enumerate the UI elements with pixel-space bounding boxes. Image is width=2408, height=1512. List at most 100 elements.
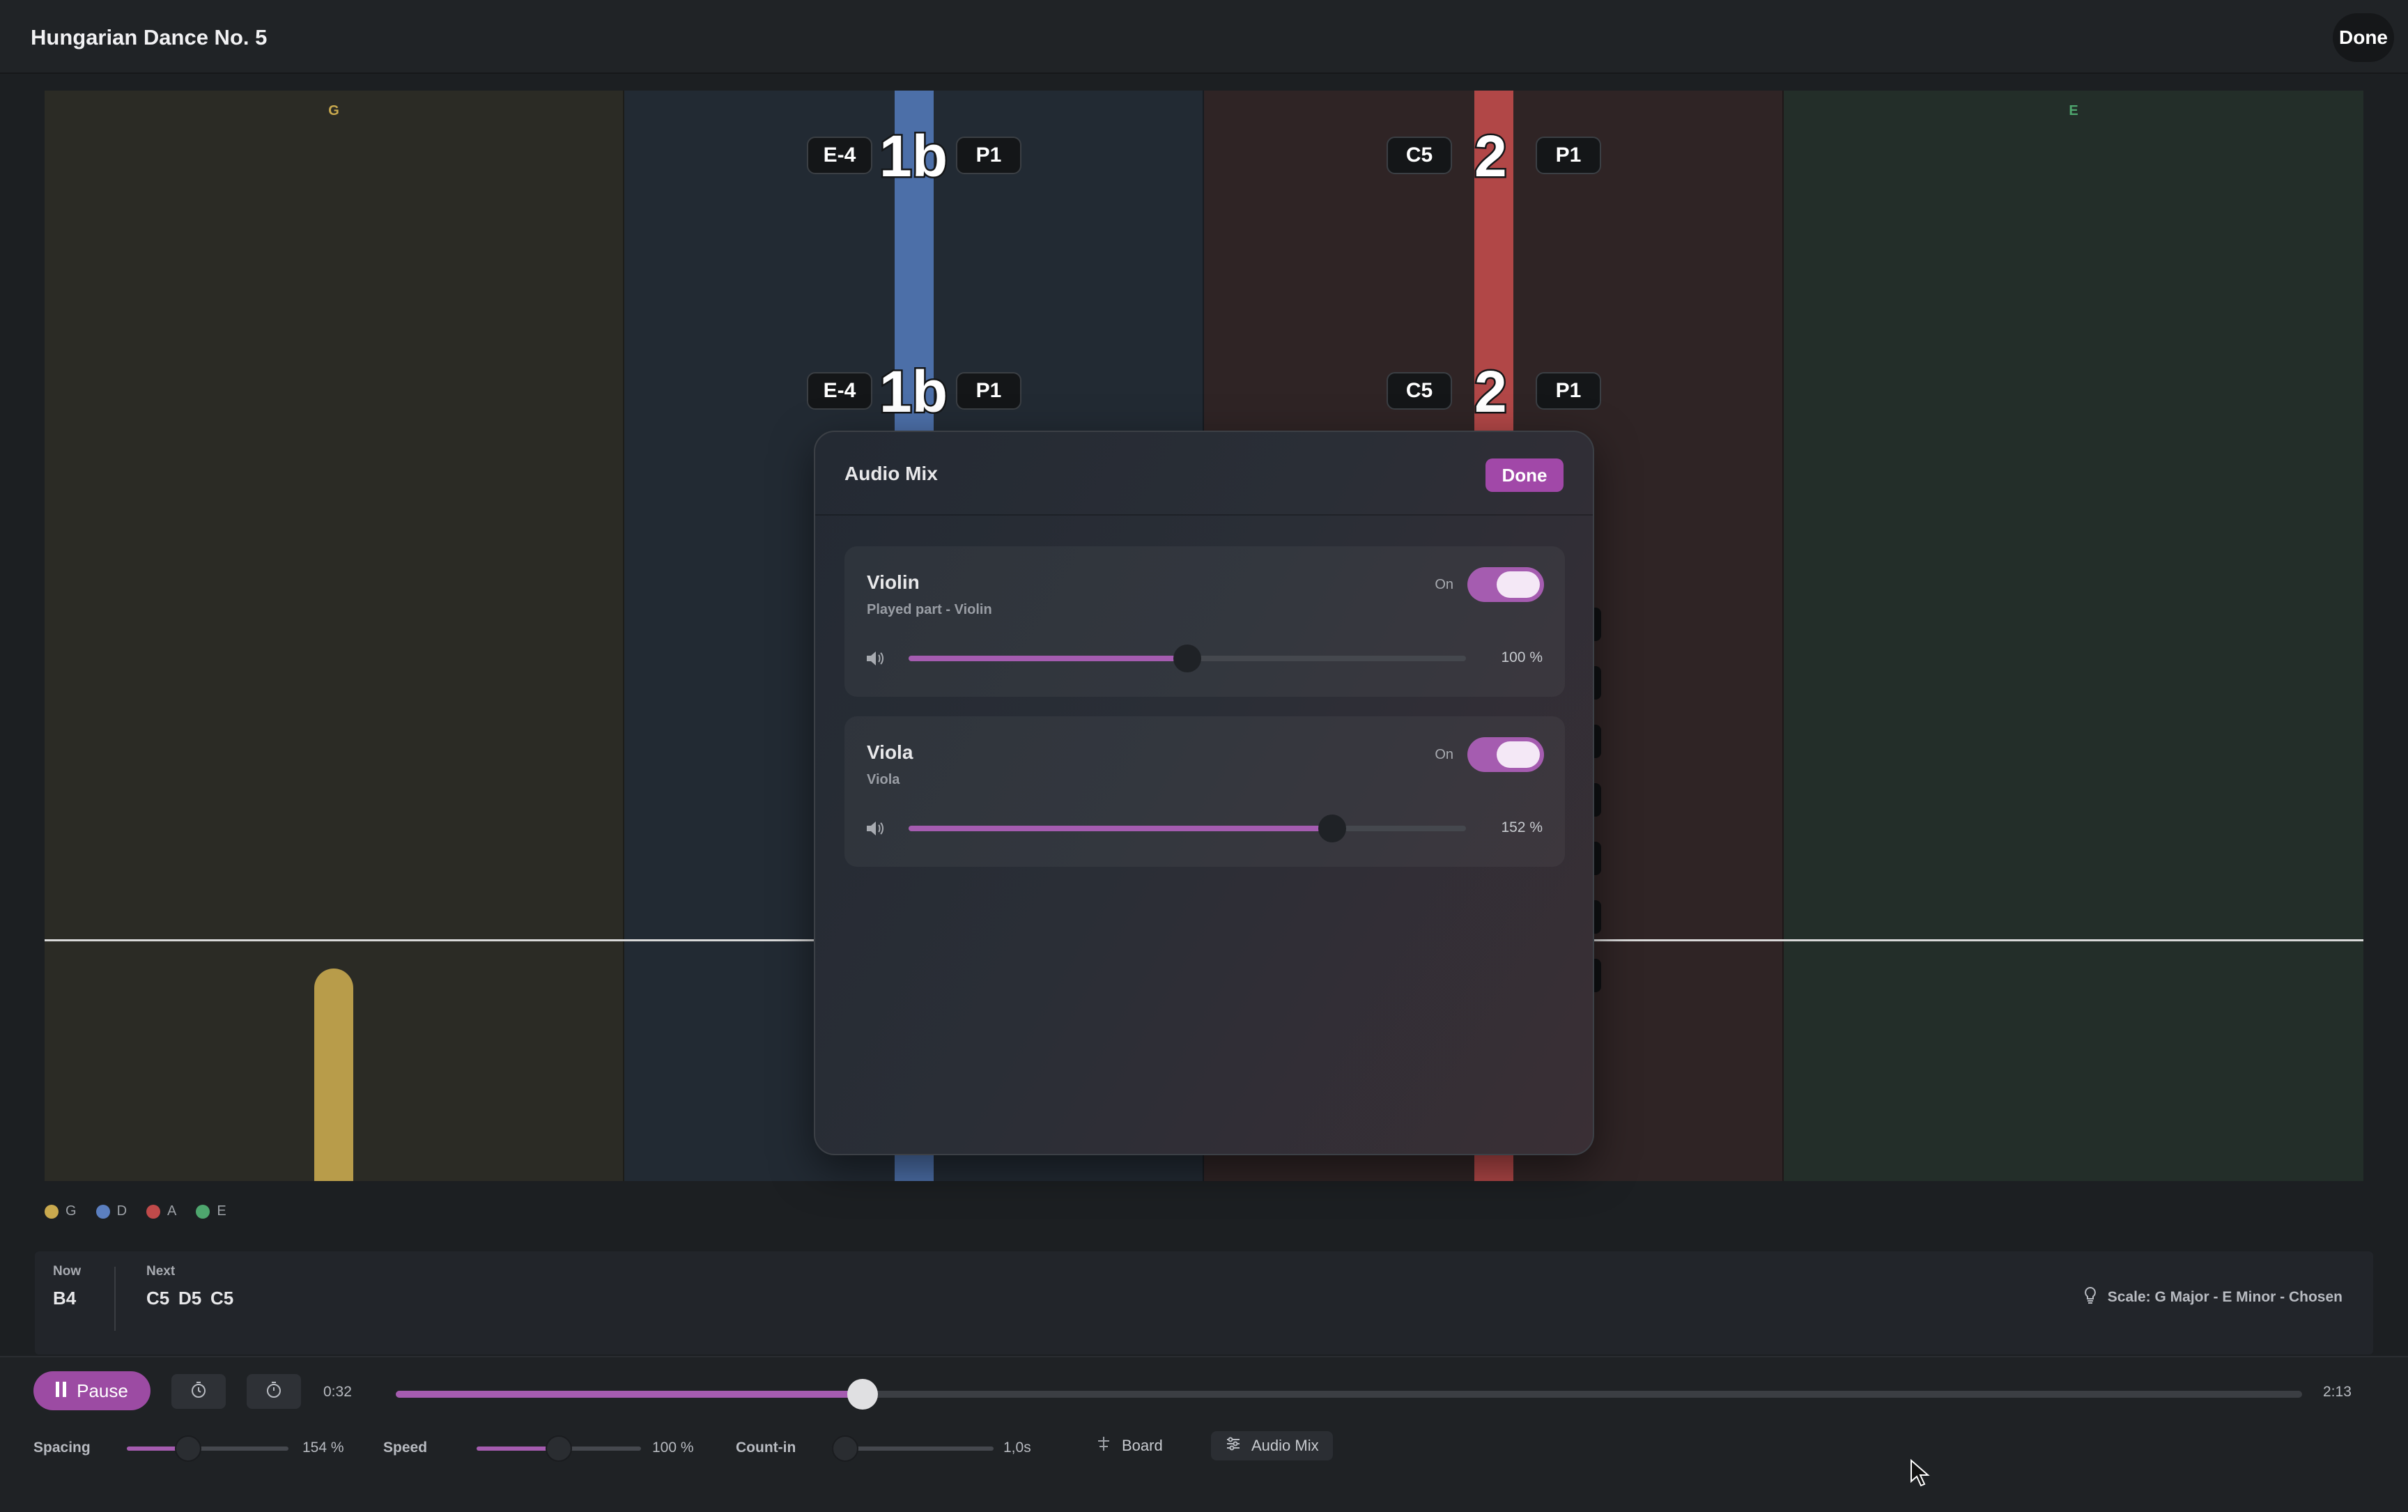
countin-value: 1,0s [1003,1440,1031,1456]
volume-slider[interactable] [909,645,1466,672]
toggle-label: On [1435,577,1453,592]
lane-label-e: E [2069,103,2078,118]
note-tag-position: P1 [1536,372,1601,410]
legend-label: D [116,1203,128,1219]
current-time: 0:32 [323,1384,352,1400]
stopwatch-icon [265,1381,283,1403]
track-name: Viola [867,741,913,763]
rewind-timer-button[interactable] [171,1374,226,1409]
finger-number: 1b [877,359,949,424]
toggle-label: On [1435,747,1453,762]
speed-handle[interactable] [546,1435,572,1462]
dialog-done-button[interactable]: Done [1485,458,1564,492]
legend-item-d: D [95,1203,128,1219]
countin-slider[interactable] [831,1435,994,1462]
spacing-slider[interactable] [127,1435,288,1462]
legend-item-a: A [146,1203,176,1219]
finger-number: 2 [1473,123,1509,189]
speed-slider[interactable] [477,1435,641,1462]
now-next-panel: Now B4 Next C5 D5 C5 Scale: G Major - E … [35,1251,2373,1355]
track-toggle[interactable] [1467,567,1544,602]
dot-icon [45,1204,59,1219]
pause-label: Pause [77,1380,128,1401]
note-tag-pitch: E-4 [807,137,872,174]
countin-label: Count-in [736,1440,796,1456]
volume-slider[interactable] [909,815,1466,842]
speaker-icon [865,819,886,838]
sliders-icon [1225,1435,1242,1456]
note-tag-pitch: C5 [1387,372,1452,410]
lightbulb-icon [2083,1286,2098,1309]
note-tag-position: P1 [1536,137,1601,174]
pause-icon [56,1380,67,1402]
top-bar: Hungarian Dance No. 5 Done [0,0,2408,74]
next-note: D5 [178,1288,202,1309]
legend-item-g: G [45,1203,77,1219]
volume-slider-handle[interactable] [1173,645,1201,672]
volume-slider-fill [909,826,1332,831]
note-tag-pitch: C5 [1387,137,1452,174]
track-card-viola: Viola Viola On 152 % [844,716,1565,867]
dialog-title: Audio Mix [844,463,938,484]
board-label: Board [1122,1437,1163,1454]
timer-button[interactable] [247,1374,301,1409]
transport-bar: Pause 0:32 2:13 Spacing 154 % Speed 100 … [0,1356,2408,1512]
volume-slider-handle[interactable] [1318,815,1346,842]
spacing-handle[interactable] [175,1435,202,1462]
string-legend: G D A E [45,1203,226,1219]
track-card-violin: Violin Played part - Violin On 100 % [844,546,1565,697]
now-label: Now [53,1264,82,1279]
countin-handle[interactable] [831,1435,858,1462]
board-button[interactable]: Board [1081,1431,1177,1460]
next-label: Next [146,1264,176,1279]
finger-number: 2 [1473,359,1509,424]
speed-label: Speed [383,1440,428,1456]
volume-value: 100 % [1501,649,1543,665]
track-toggle[interactable] [1467,737,1544,772]
toggle-knob [1497,741,1540,768]
next-note: C5 [210,1288,234,1309]
dot-icon [95,1204,110,1219]
spacing-value: 154 % [302,1440,344,1456]
scale-info: Scale: G Major - E Minor - Chosen [2083,1286,2343,1309]
pause-button[interactable]: Pause [33,1371,150,1410]
divider [114,1267,116,1331]
note-tag-pitch: E-4 [807,372,872,410]
note-bar-g [314,969,353,1181]
note-tag-position: P1 [956,137,1021,174]
finger-number: 1b [877,123,949,189]
board-icon [1095,1435,1112,1456]
legend-label: E [217,1203,226,1219]
legend-label: G [65,1203,77,1219]
total-time: 2:13 [2323,1384,2352,1400]
next-note: C5 [146,1288,170,1309]
dot-icon [196,1204,210,1219]
track-name: Violin [867,571,920,593]
lane-label-g: G [328,103,339,118]
speed-value: 100 % [652,1440,694,1456]
note-tag-position: P1 [956,372,1021,410]
progress-slider[interactable] [396,1379,2302,1410]
legend-item-e: E [196,1203,226,1219]
speaker-icon [865,649,886,668]
lane-e: E [1784,91,2363,1181]
dot-icon [146,1204,161,1219]
mouse-cursor-icon [1909,1458,1930,1487]
track-subtitle: Viola [867,772,900,787]
volume-slider-fill [909,656,1187,661]
page-title: Hungarian Dance No. 5 [31,25,268,49]
now-note: B4 [53,1288,77,1309]
spacing-label: Spacing [33,1440,91,1456]
done-button[interactable]: Done [2333,13,2394,62]
audio-mix-dialog: Audio Mix Done Violin Played part - Viol… [814,431,1594,1155]
track-subtitle: Played part - Violin [867,602,992,617]
timer-icon [190,1381,208,1403]
progress-handle[interactable] [847,1379,879,1410]
audio-mix-button[interactable]: Audio Mix [1211,1431,1333,1460]
dialog-header: Audio Mix Done [815,432,1593,516]
progress-fill [396,1391,863,1398]
audio-mix-label: Audio Mix [1251,1437,1319,1454]
scale-text: Scale: G Major - E Minor - Chosen [2107,1289,2343,1305]
toggle-knob [1497,571,1540,598]
volume-value: 152 % [1501,819,1543,835]
